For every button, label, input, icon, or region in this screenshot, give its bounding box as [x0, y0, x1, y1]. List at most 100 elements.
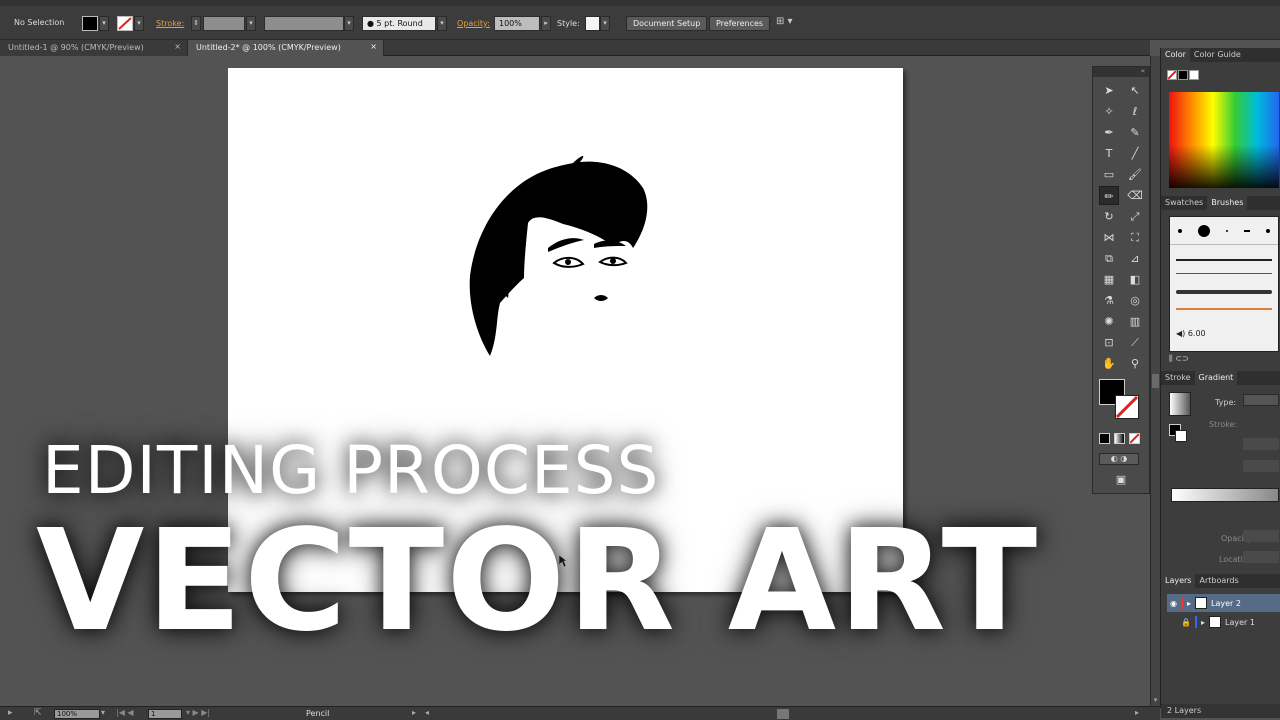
eyedropper-tool-icon[interactable]: ⚗ [1099, 291, 1119, 310]
zoom-dropdown-icon[interactable]: ▾ [101, 708, 105, 717]
scroll-right-arrow-icon[interactable]: ▸ [1135, 708, 1139, 717]
rectangle-tool-icon[interactable]: ▭ [1099, 165, 1119, 184]
opacity-field[interactable]: 100% [494, 16, 540, 31]
gradient-aspect-field[interactable] [1243, 460, 1279, 472]
black-swatch-icon[interactable] [1178, 70, 1188, 80]
shape-builder-tool-icon[interactable]: ⧉ [1099, 249, 1119, 268]
document-setup-button[interactable]: Document Setup [626, 16, 708, 31]
gradient-preview[interactable] [1169, 392, 1191, 416]
layer-row[interactable]: 🔒 ▸ Layer 1 [1167, 613, 1280, 631]
curvature-tool-icon[interactable]: ✎ [1125, 123, 1145, 142]
selection-tool-icon[interactable]: ➤ [1099, 81, 1119, 100]
tab-artboards[interactable]: Artboards [1195, 574, 1242, 588]
symbol-sprayer-tool-icon[interactable]: ✺ [1099, 312, 1119, 331]
close-icon[interactable]: × [174, 42, 181, 51]
stroke-weight-stepper[interactable]: ⇕ [191, 16, 201, 31]
vertical-scrollbar[interactable]: ▾ [1150, 56, 1160, 706]
type-tool-icon[interactable]: T [1099, 144, 1119, 163]
drawing-mode-icon[interactable]: ◐ ◑ [1099, 453, 1139, 465]
brush-tip-medium[interactable] [1266, 228, 1270, 233]
blend-tool-icon[interactable]: ◎ [1125, 291, 1145, 310]
tab-brushes[interactable]: Brushes [1207, 196, 1248, 210]
fill-dropdown[interactable]: ▾ [99, 16, 109, 31]
brush-tip-flat[interactable] [1244, 229, 1250, 232]
gradient-stroke-mini[interactable] [1175, 430, 1187, 442]
stroke-box[interactable] [1115, 395, 1139, 419]
free-transform-tool-icon[interactable]: ⛶ [1125, 228, 1145, 247]
opacity-label[interactable]: Opacity: [457, 19, 490, 28]
arrange-documents-icon[interactable]: ⊞ ▾ [776, 16, 793, 27]
preferences-button[interactable]: Preferences [709, 16, 771, 31]
perspective-grid-tool-icon[interactable]: ⊿ [1125, 249, 1145, 268]
stroke-swatch[interactable] [117, 16, 133, 31]
line-tool-icon[interactable]: ╱ [1125, 144, 1145, 163]
zoom-tool-icon[interactable]: ⚲ [1125, 354, 1145, 373]
artboard-number-field[interactable]: 1 [148, 709, 182, 719]
status-arrow-icon[interactable]: ▸ [412, 708, 416, 717]
brush-stroke-3[interactable] [1176, 290, 1272, 294]
slice-tool-icon[interactable]: ⟋ [1125, 333, 1145, 352]
scroll-thumb[interactable] [1152, 374, 1159, 388]
rotate-tool-icon[interactable]: ↻ [1099, 207, 1119, 226]
first-artboard-icon[interactable]: |◀ ◀ [116, 708, 134, 717]
none-swatch-icon[interactable] [1167, 70, 1177, 80]
horizontal-scroll-thumb[interactable] [777, 709, 789, 719]
mesh-tool-icon[interactable]: ▦ [1099, 270, 1119, 289]
style-dropdown[interactable]: ▾ [600, 16, 610, 31]
paintbrush-tool-icon[interactable]: 🖌 [1125, 165, 1145, 184]
gradient-tool-icon[interactable]: ◧ [1125, 270, 1145, 289]
brush-list[interactable]: ◀) 6.00 [1169, 216, 1279, 352]
visibility-eye-icon[interactable]: ◉ [1170, 599, 1177, 608]
layer-row[interactable]: ◉ ▸ Layer 2 [1167, 594, 1280, 612]
status-menu-icon[interactable]: ▸ [8, 708, 13, 718]
brush-stroke-2[interactable] [1176, 273, 1272, 274]
gradient-mode-icon[interactable] [1114, 433, 1125, 444]
lock-icon[interactable]: 🔒 [1181, 618, 1191, 627]
stroke-weight-dropdown[interactable]: ▾ [246, 16, 256, 31]
pen-tool-icon[interactable]: ✒ [1099, 123, 1119, 142]
opacity-arrow[interactable]: ▸ [541, 16, 551, 31]
hand-tool-icon[interactable]: ✋ [1099, 354, 1119, 373]
variable-width-field[interactable] [264, 16, 344, 31]
magic-wand-tool-icon[interactable]: ✧ [1099, 102, 1119, 121]
scroll-left-arrow-icon[interactable]: ◂ [425, 708, 429, 717]
zoom-field[interactable]: 100% [54, 709, 100, 719]
toolbox-header[interactable]: « [1093, 67, 1149, 77]
share-icon[interactable]: ⇱ [34, 708, 42, 718]
brush-stroke-4[interactable] [1176, 308, 1272, 310]
gradient-type-select[interactable] [1243, 394, 1279, 406]
brush-libraries-icon[interactable]: ⫼ [1169, 354, 1173, 363]
variable-width-dropdown[interactable]: ▾ [344, 16, 354, 31]
column-graph-tool-icon[interactable]: ▥ [1125, 312, 1145, 331]
color-mode-icon[interactable] [1099, 433, 1110, 444]
eraser-tool-icon[interactable]: ⌫ [1125, 186, 1145, 205]
lasso-tool-icon[interactable]: ℓ [1125, 102, 1145, 121]
width-tool-icon[interactable]: ⋈ [1099, 228, 1119, 247]
tab-untitled-2[interactable]: Untitled-2* @ 100% (CMYK/Preview) × [188, 40, 384, 56]
expand-arrow-icon[interactable]: ▸ [1201, 618, 1205, 627]
tab-gradient[interactable]: Gradient [1194, 371, 1238, 385]
stroke-label[interactable]: Stroke: [156, 19, 184, 28]
tab-color-guide[interactable]: Color Guide [1190, 48, 1245, 62]
artboard-tool-icon[interactable]: ⊡ [1099, 333, 1119, 352]
fill-swatch[interactable] [82, 16, 98, 31]
tab-color[interactable]: Color [1161, 48, 1190, 62]
brush-tip-large[interactable] [1198, 224, 1210, 237]
brush-dropdown[interactable]: ▾ [437, 16, 447, 31]
brush-definition-field[interactable]: ● 5 pt. Round [362, 16, 436, 31]
screen-mode-icon[interactable]: ▣ [1111, 473, 1131, 487]
stroke-dropdown[interactable]: ▾ [134, 16, 144, 31]
brush-tip-tiny[interactable] [1226, 229, 1228, 232]
close-icon[interactable]: × [370, 42, 377, 51]
gradient-angle-field[interactable] [1243, 438, 1279, 450]
style-swatch[interactable] [585, 16, 600, 31]
brush-tip-small[interactable] [1178, 228, 1182, 233]
scroll-down-arrow-icon[interactable]: ▾ [1151, 696, 1160, 705]
scale-tool-icon[interactable]: ⤢ [1125, 207, 1145, 226]
tab-swatches[interactable]: Swatches [1161, 196, 1207, 210]
gradient-slider[interactable] [1171, 488, 1279, 502]
expand-arrow-icon[interactable]: ▸ [1187, 599, 1191, 608]
color-spectrum[interactable] [1169, 92, 1279, 188]
white-swatch-icon[interactable] [1189, 70, 1199, 80]
tab-stroke[interactable]: Stroke [1161, 371, 1195, 385]
